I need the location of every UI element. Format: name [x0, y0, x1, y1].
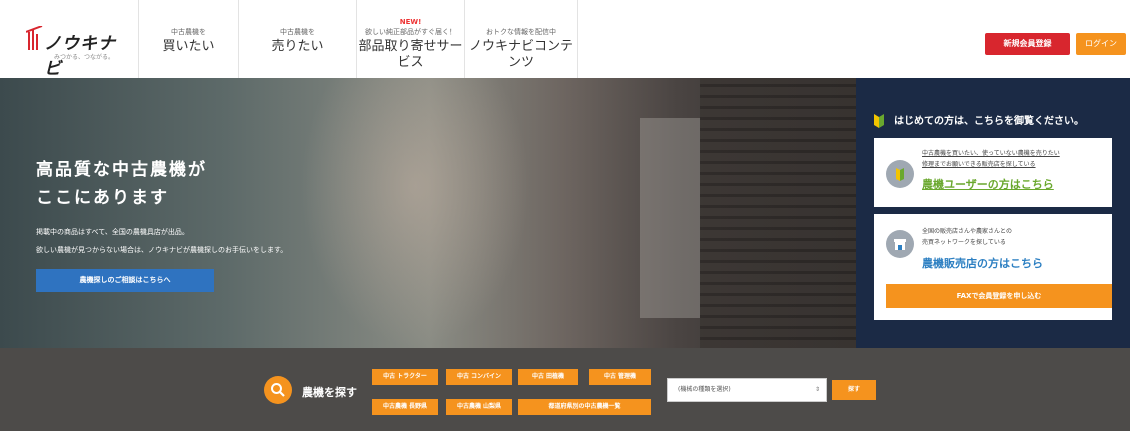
user-cta-link[interactable]: 農機ユーザーの方はこちら	[922, 176, 1054, 192]
hero-description: 掲載中の商品はすべて、全国の農機具店が出品。 欲しい農機が見つからない場合は、ノ…	[36, 223, 287, 259]
hero-photo-shutter	[700, 78, 860, 348]
dealer-card-desc: 全国の販売店さんや農家さんとの 売買ネットワークを探している	[922, 226, 1012, 248]
machine-type-select[interactable]: (機械の種類を選択) ⇕	[667, 378, 827, 402]
tag-cultivator[interactable]: 中古 管理機	[589, 369, 651, 385]
beginner-heading-text: はじめての方は、こちらを御覧ください。	[894, 116, 1084, 127]
login-button[interactable]: ログイン	[1076, 33, 1126, 55]
user-leaf-icon	[886, 160, 914, 188]
search-label-text: 農機を探す	[302, 386, 357, 399]
nav-contents-label: ノウキナビコンテンツ	[468, 39, 573, 70]
nav-buy-small: 中古農機を	[171, 28, 206, 36]
tag-prefecture-list[interactable]: 都道府県別の中古農機一覧	[518, 399, 651, 415]
register-button[interactable]: 新規会員登録	[985, 33, 1070, 55]
nav-contents[interactable]: おトクな情報を配信中 ノウキナビコンテンツ	[464, 0, 578, 78]
user-card[interactable]: 中古農機を買いたい、使っていない農機を売りたい 修理までお願いできる販売店を探し…	[874, 138, 1112, 207]
hero-title-line2: ここにあります	[36, 188, 169, 208]
beginner-panel: はじめての方は、こちらを御覧ください。 中古農機を買いたい、使っていない農機を売…	[856, 78, 1130, 348]
tag-rice-planter[interactable]: 中古 田植機	[518, 369, 578, 385]
hero-photo-window	[640, 118, 700, 318]
nav-contents-small: おトクな情報を配信中	[486, 28, 556, 36]
beginner-heading: はじめての方は、こちらを御覧ください。	[874, 112, 1084, 128]
nav-sell-small: 中古農機を	[280, 28, 315, 36]
select-arrows-icon: ⇕	[814, 386, 820, 393]
site-header: ノウキナビ みつかる、つながる。 中古農機を 買いたい 中古農機を 売りたい N…	[0, 0, 1130, 79]
tag-combine[interactable]: 中古 コンバイン	[446, 369, 512, 385]
tag-yamanashi[interactable]: 中古農機 山梨県	[446, 399, 512, 415]
tag-nagano[interactable]: 中古農機 長野県	[372, 399, 438, 415]
user-card-line2: 修理までお願いできる販売店を探している	[922, 161, 1036, 168]
nav-sell[interactable]: 中古農機を 売りたい	[238, 0, 356, 78]
nav-buy-label: 買いたい	[162, 39, 215, 54]
nav-parts[interactable]: NEW! 欲しい純正部品がすぐ届く！ 部品取り寄せサービス	[356, 0, 464, 78]
nav-sell-label: 売りたい	[271, 39, 324, 54]
dealer-card: 全国の販売店さんや農家さんとの 売買ネットワークを探している 農機販売店の方はこ…	[874, 214, 1112, 320]
new-badge: NEW!	[399, 18, 422, 26]
machine-type-select-value: (機械の種類を選択)	[678, 386, 731, 393]
dealer-card-line2: 売買ネットワークを探している	[922, 239, 1006, 246]
hero-title: 高品質な中古農機が ここにあります	[36, 156, 207, 212]
dealer-card-line1: 全国の販売店さんや農家さんとの	[922, 228, 1012, 235]
beginner-leaf-icon	[874, 114, 884, 128]
hero-desc-line1: 掲載中の商品はすべて、全国の農機具店が出品。	[36, 228, 189, 236]
user-card-desc: 中古農機を買いたい、使っていない農機を売りたい 修理までお願いできる販売店を探し…	[922, 148, 1060, 170]
hero-title-line1: 高品質な中古農機が	[36, 160, 207, 180]
nav-buy[interactable]: 中古農機を 買いたい	[138, 0, 238, 78]
shop-icon	[886, 230, 914, 258]
tag-tractor[interactable]: 中古 トラクター	[372, 369, 438, 385]
consult-button[interactable]: 農機探しのご相談はこちらへ	[36, 269, 214, 292]
logo-tagline: みつかる、つながる。	[54, 54, 115, 61]
hero-photo-light	[300, 78, 530, 348]
search-button[interactable]: 探す	[832, 380, 876, 400]
user-card-line1: 中古農機を買いたい、使っていない農機を売りたい	[922, 150, 1060, 157]
nav-parts-small: 欲しい純正部品がすぐ届く！	[365, 28, 456, 36]
logo[interactable]: ノウキナビ みつかる、つながる。	[26, 20, 126, 79]
search-bar: 農機を探す	[0, 348, 1130, 431]
fax-register-button[interactable]: FAXで会員登録を申し込む	[886, 284, 1112, 308]
nav-parts-label: 部品取り寄せサービス	[358, 39, 463, 70]
dealer-cta-link[interactable]: 農機販売店の方はこちら	[922, 255, 1043, 271]
logo-mark-icon	[26, 26, 43, 50]
hero-desc-line2: 欲しい農機が見つからない場合は、ノウキナビが農機探しのお手伝いをします。	[36, 246, 288, 254]
search-icon	[264, 376, 292, 404]
